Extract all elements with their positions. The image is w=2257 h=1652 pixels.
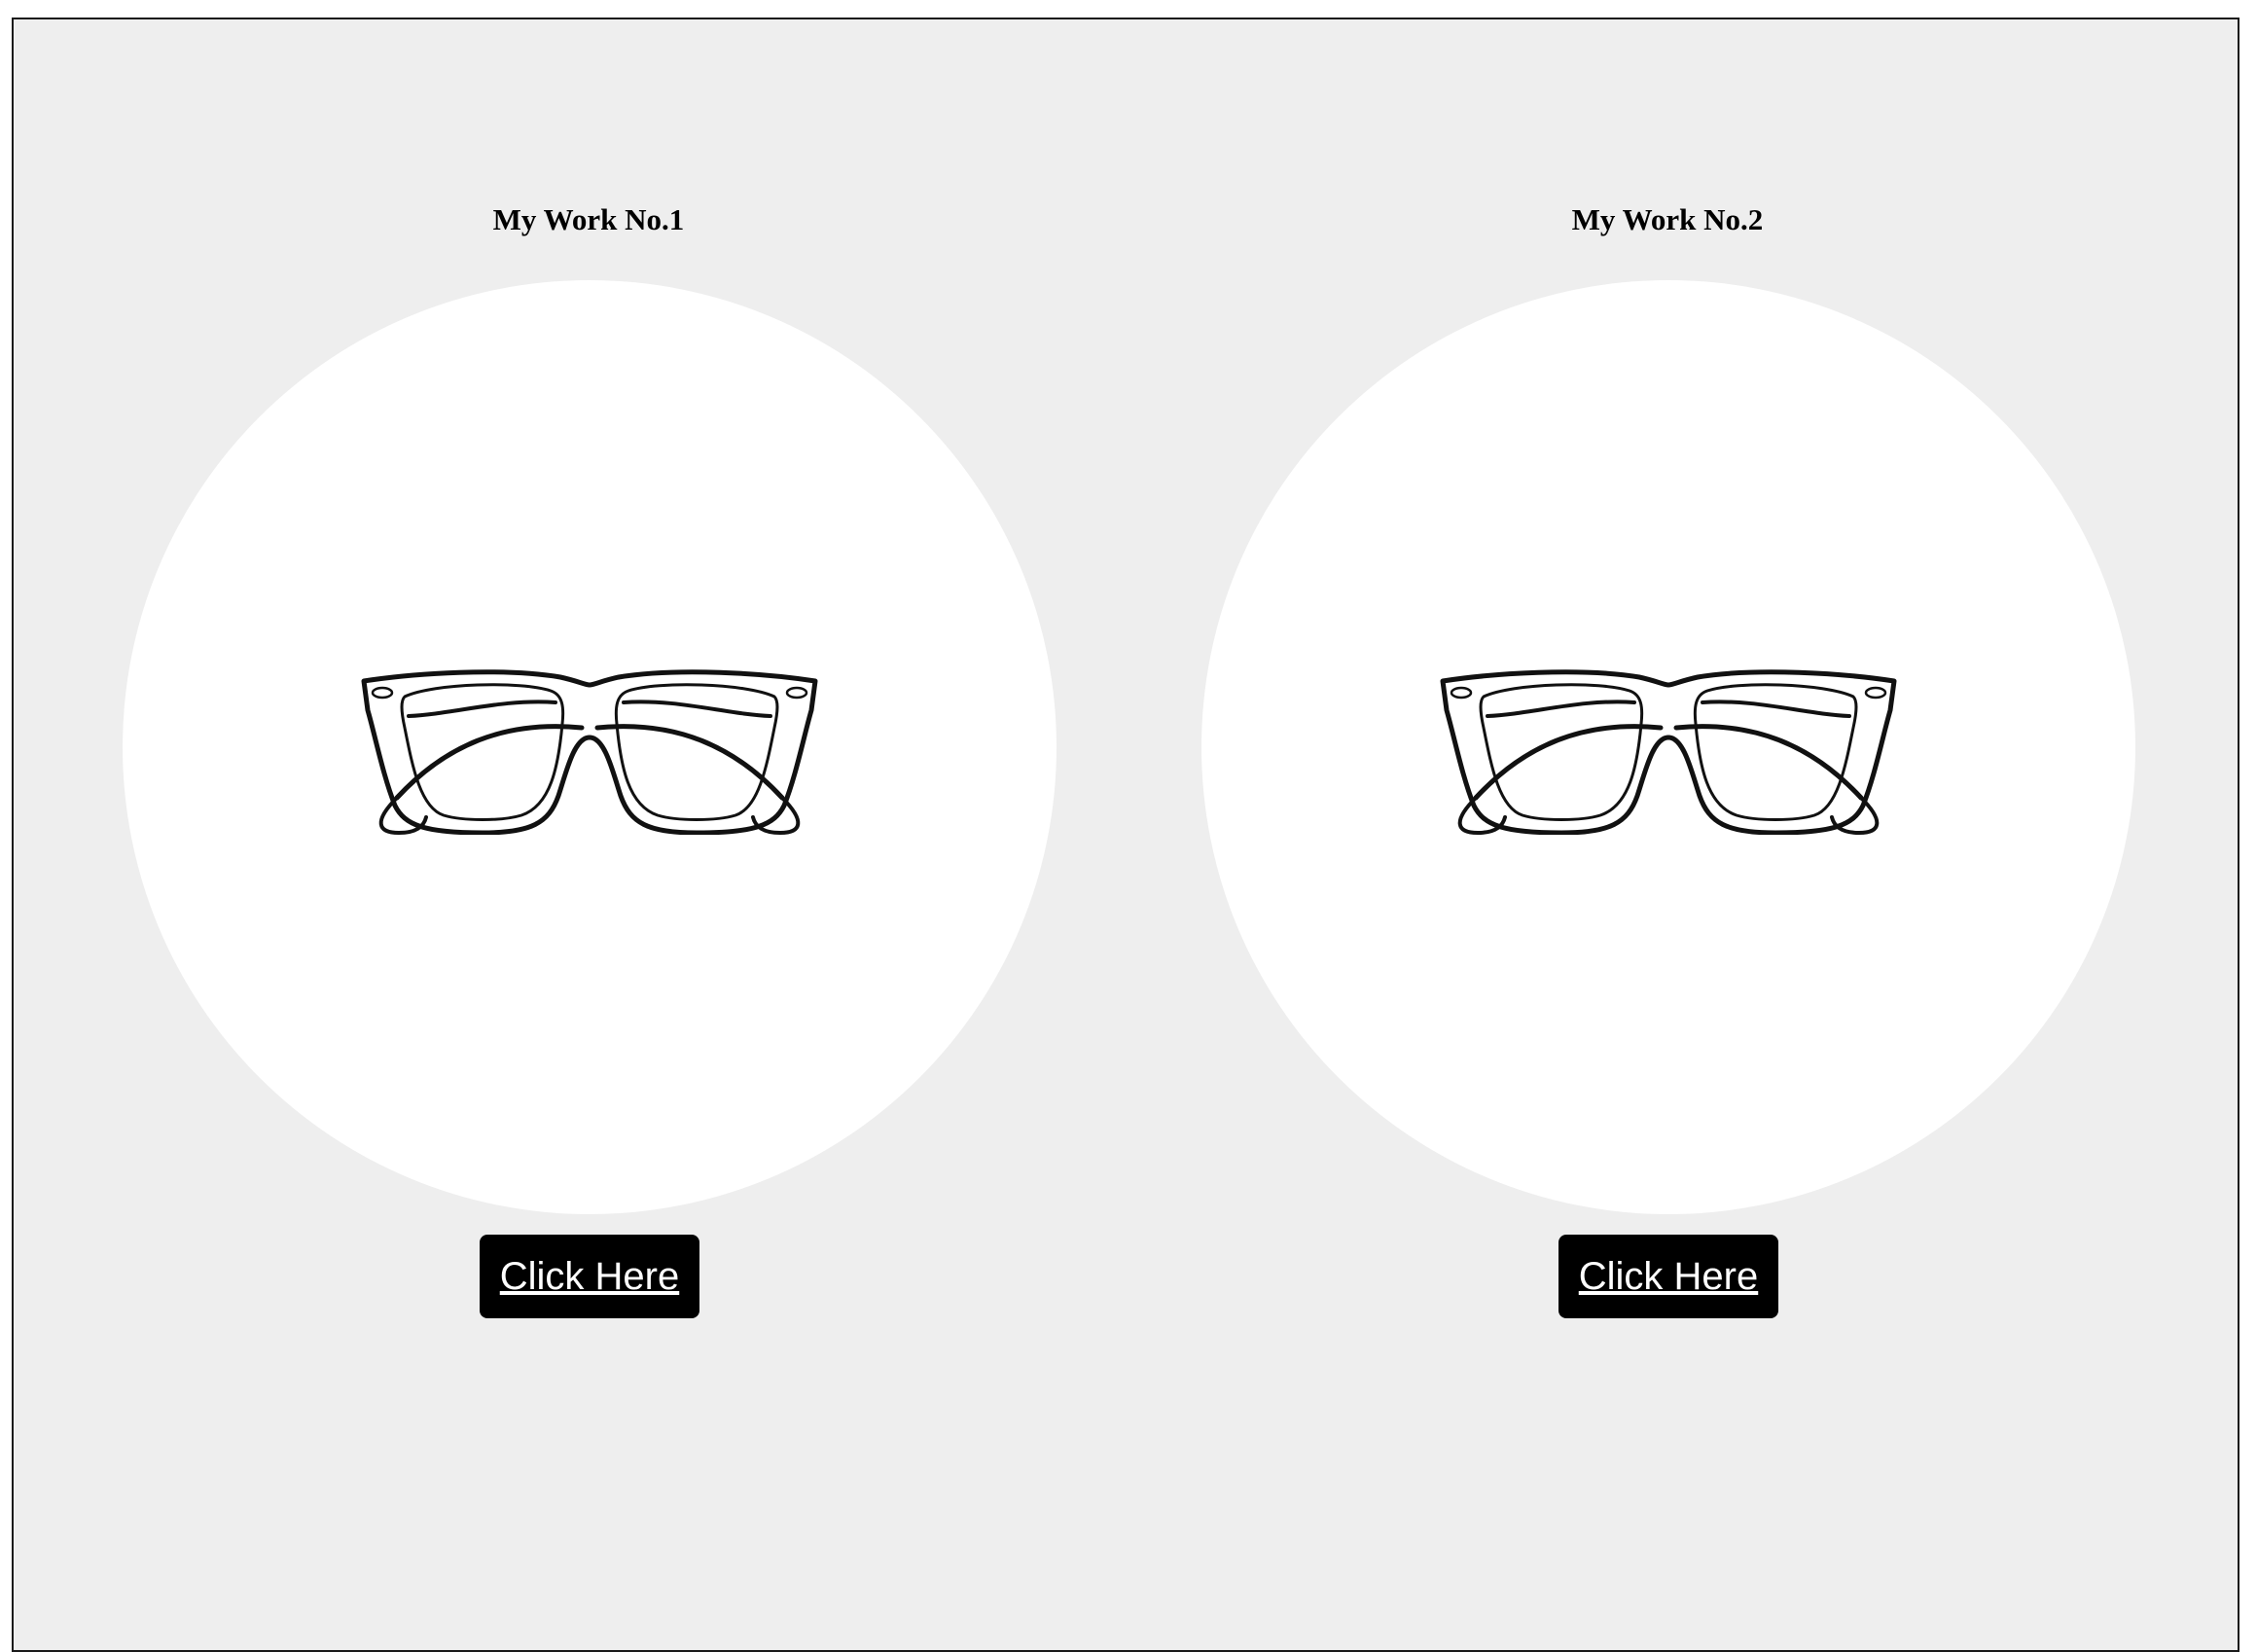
work-title-1: My Work No.1 <box>492 202 685 236</box>
work-card-1: My Work No.1 Click Here <box>121 19 1057 1382</box>
click-here-button-2[interactable]: Click Here <box>1558 1235 1778 1318</box>
image-circle-2 <box>1201 280 2135 1214</box>
work-title-2: My Work No.2 <box>1571 202 1764 236</box>
click-here-button-1[interactable]: Click Here <box>480 1235 699 1318</box>
work-card-2: My Work No.2 Click Here <box>1200 19 2135 1382</box>
page-frame: My Work No.1 Click Here My Work No.2 Cli… <box>12 18 2239 1652</box>
glasses-icon <box>361 669 818 835</box>
glasses-icon <box>1440 669 1897 835</box>
image-circle-1 <box>123 280 1057 1214</box>
